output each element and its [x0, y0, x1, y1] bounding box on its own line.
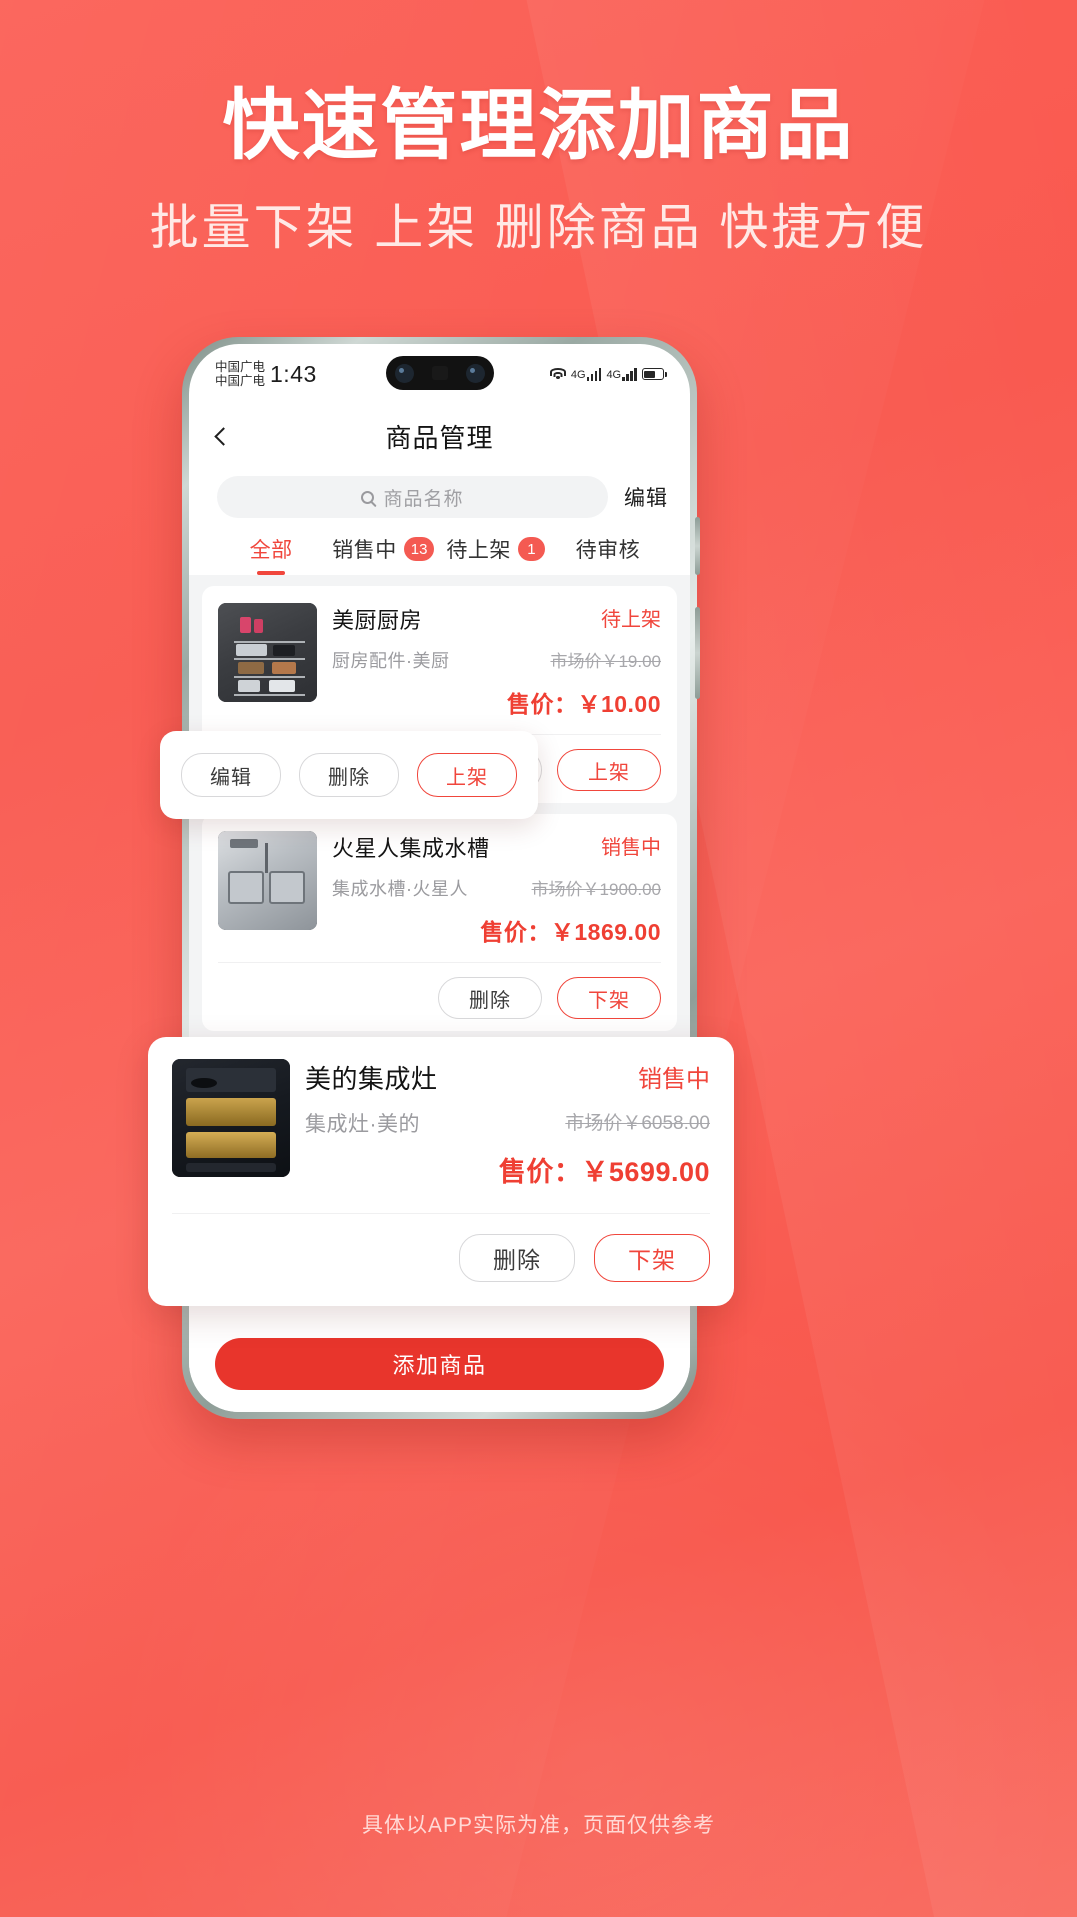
product-sale-price: 售价：￥5699.00: [498, 1157, 710, 1187]
floating-delete-button[interactable]: 删除: [299, 753, 399, 797]
kitchen-shelf-image: [218, 603, 317, 702]
battery-icon: [642, 368, 667, 380]
product-market-price: 市场价￥19.00: [550, 652, 661, 671]
delete-action-button[interactable]: 删除: [438, 977, 542, 1019]
tab-pending-review-label: 待审核: [575, 539, 641, 562]
product-market-price: 市场价￥6058.00: [565, 1113, 710, 1134]
carrier-labels: 中国广电 中国广电: [215, 360, 265, 389]
product-actions: 删除 下架: [218, 963, 661, 1019]
product-category: 集成灶·美的: [305, 1113, 420, 1136]
sensor-icon: [431, 366, 448, 380]
network-type-1: 4G: [570, 368, 586, 381]
floating-edit-button[interactable]: 编辑: [181, 753, 281, 797]
poster-headline: 快速管理添加商品: [222, 83, 855, 169]
product-sale-price: 售价：￥10.00: [506, 691, 661, 717]
poster-root: 快速管理添加商品 批量下架 上架 删除商品 快捷方便 中国广电 中国广电 1:4…: [0, 0, 1077, 1917]
signal-bars-icon-1: [586, 367, 602, 381]
signal-bars-icon-2: [622, 367, 637, 381]
product-status: 销售中: [638, 1066, 710, 1093]
status-clock: 1:43: [270, 360, 317, 387]
tab-all-label: 全部: [249, 539, 293, 562]
poster-subline: 批量下架 上架 删除商品 快捷方便: [149, 201, 928, 255]
front-camera-secondary-icon: [465, 363, 485, 383]
integrated-stove-image: [172, 1059, 290, 1177]
product-thumbnail: [218, 603, 317, 702]
carrier-line-1: 中国广电: [215, 359, 266, 374]
carrier-line-2: 中国广电: [215, 374, 266, 388]
delete-action-button[interactable]: 删除: [459, 1234, 575, 1282]
tab-pending-listing-label: 待上架: [446, 539, 511, 562]
status-icons: 4G 4G: [549, 367, 667, 381]
signal-1: 4G: [570, 367, 602, 381]
add-product-button[interactable]: 添加商品: [215, 1338, 664, 1390]
product-sale-price: 售价：￥1869.00: [480, 919, 661, 945]
product-status: 待上架: [601, 609, 661, 631]
product-name: 美的集成灶: [305, 1064, 438, 1094]
status-bar: 中国广电 中国广电 1:43 4G 4G: [189, 344, 690, 404]
product-category: 集成水槽·火星人: [332, 879, 468, 899]
nav-bar: 商品管理: [189, 404, 690, 468]
wifi-icon: [549, 367, 566, 381]
unlist-action-button[interactable]: 下架: [594, 1234, 710, 1282]
product-market-price: 市场价￥1900.00: [531, 880, 661, 899]
product-name: 美厨厨房: [332, 608, 423, 633]
product-thumbnail: [218, 831, 317, 930]
floating-list-button[interactable]: 上架: [417, 753, 517, 797]
network-type-2: 4G: [606, 368, 622, 381]
search-placeholder: 商品名称: [383, 488, 464, 510]
page-title: 商品管理: [385, 422, 494, 453]
search-row: 商品名称 编辑: [189, 468, 690, 532]
product-card[interactable]: 火星人集成水槽 销售中 集成水槽·火星人 市场价￥1900.00 售价：￥186…: [202, 814, 677, 1031]
search-icon: [361, 490, 375, 504]
phone-power-button: [695, 607, 700, 699]
footer-disclaimer: 具体以APP实际为准，页面仅供参考: [361, 1814, 716, 1837]
product-name: 火星人集成水槽: [332, 836, 490, 861]
product-actions: 删除 下架: [172, 1214, 710, 1282]
product-thumbnail: [172, 1059, 290, 1177]
search-input[interactable]: 商品名称: [217, 476, 608, 518]
signal-2: 4G: [606, 367, 637, 381]
sink-image: [218, 831, 317, 930]
list-action-button[interactable]: 上架: [557, 749, 661, 791]
floating-action-strip: 编辑 删除 上架: [160, 731, 538, 819]
product-category: 厨房配件·美厨: [332, 651, 450, 671]
unlist-action-button[interactable]: 下架: [557, 977, 661, 1019]
tab-on-sale-badge: 13: [403, 537, 435, 561]
edit-button[interactable]: 编辑: [624, 482, 668, 512]
tab-pending-review[interactable]: 待审核: [552, 534, 664, 575]
floating-product-card[interactable]: 美的集成灶 销售中 集成灶·美的 市场价￥6058.00 售价：￥5699.00…: [148, 1037, 734, 1306]
add-product-bar: 添加商品: [189, 1326, 690, 1412]
front-camera-icon: [394, 363, 414, 383]
tab-on-sale-label: 销售中: [332, 539, 397, 562]
tab-pending-listing[interactable]: 待上架 1: [440, 534, 552, 575]
tab-all[interactable]: 全部: [215, 534, 327, 575]
tab-pending-listing-badge: 1: [517, 537, 545, 561]
phone-volume-button: [695, 517, 700, 575]
camera-notch: [385, 356, 494, 390]
product-status: 销售中: [601, 837, 661, 859]
tab-bar: 全部 销售中 13 待上架 1 待审核: [189, 532, 690, 575]
tab-on-sale[interactable]: 销售中 13: [327, 534, 439, 575]
